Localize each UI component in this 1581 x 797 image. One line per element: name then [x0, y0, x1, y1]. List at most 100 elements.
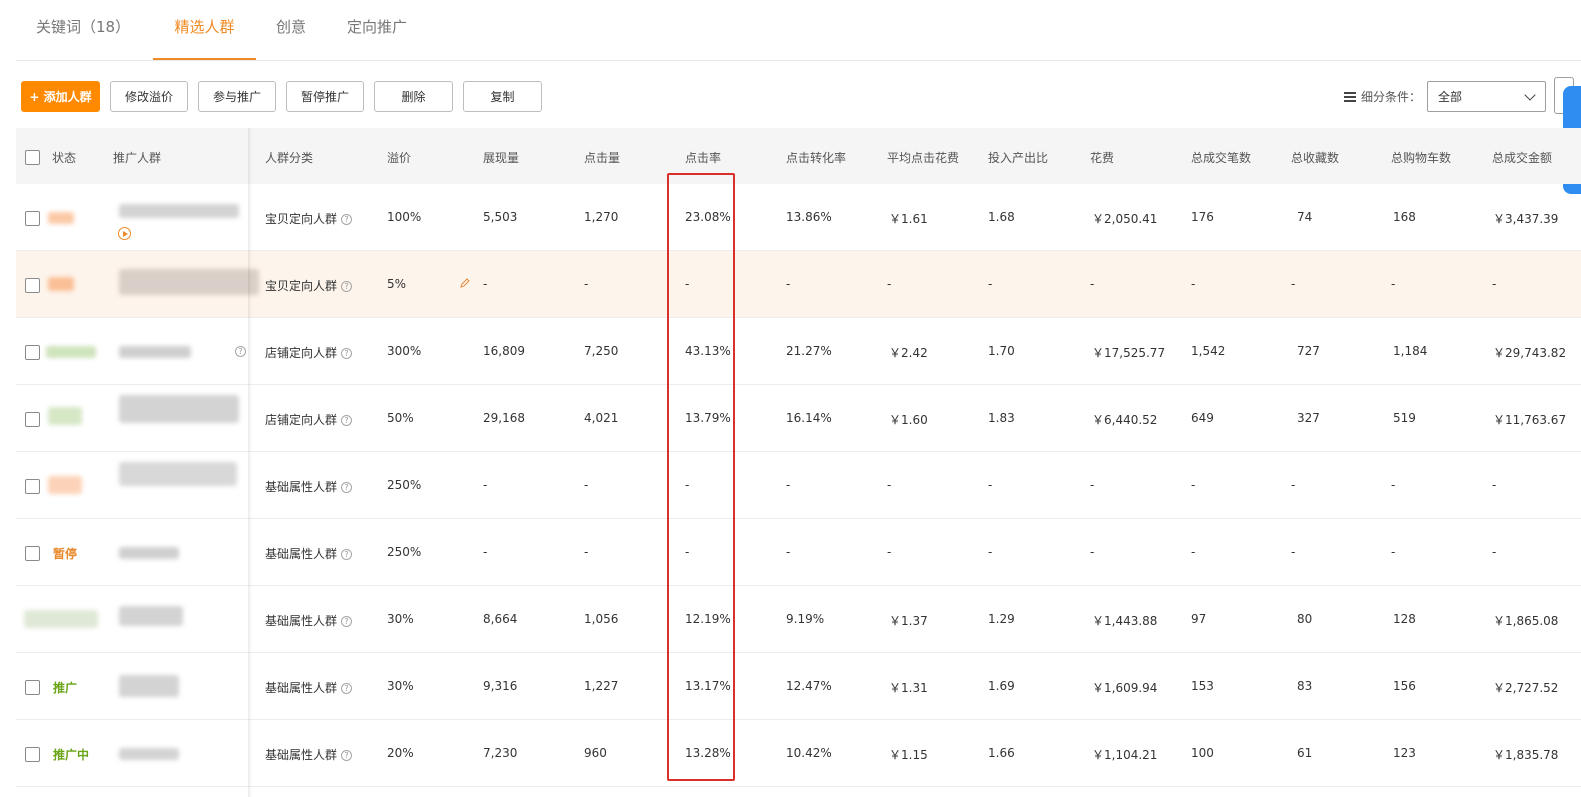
col-favorites[interactable]: 总收藏数	[1291, 149, 1339, 166]
avg-cpc-value: ￥1.37	[889, 614, 928, 628]
col-clicks[interactable]: 点击量	[584, 149, 620, 166]
carts-value: -	[1391, 277, 1396, 291]
col-orders[interactable]: 总成交笔数	[1191, 149, 1251, 166]
status-text: 推广中	[53, 748, 90, 762]
crowd-category: 宝贝定向人群?	[265, 210, 353, 227]
join-promotion-button[interactable]: 参与推广	[198, 81, 276, 112]
tab-targeted-promotion[interactable]: 定向推广	[347, 16, 407, 60]
tab-keywords[interactable]: 关键词（18）	[36, 16, 130, 60]
favorites-value: 80	[1297, 612, 1313, 626]
crowd-name[interactable]	[119, 675, 179, 697]
crowd-name[interactable]	[119, 462, 237, 486]
help-icon[interactable]: ?	[341, 616, 353, 627]
chevron-down-icon	[1524, 89, 1536, 101]
clicks-value: 1,227	[584, 679, 619, 693]
premium-value: 100%	[387, 210, 422, 224]
avg-cpc-value: -	[887, 277, 892, 291]
copy-button[interactable]: 复制	[463, 81, 542, 112]
select-all-checkbox[interactable]	[25, 150, 40, 165]
help-icon[interactable]: ?	[341, 683, 353, 694]
crowd-category: 宝贝定向人群?	[265, 277, 353, 294]
modify-premium-button[interactable]: 修改溢价	[110, 81, 188, 112]
col-cvr[interactable]: 点击转化率	[786, 149, 846, 166]
status-indicator	[48, 212, 74, 224]
play-circle-icon[interactable]	[118, 227, 131, 240]
col-avg-cpc[interactable]: 平均点击花费	[887, 149, 959, 166]
status-text: 推广	[53, 681, 78, 695]
col-carts[interactable]: 总购物车数	[1391, 149, 1451, 166]
ctr-value: -	[685, 478, 690, 492]
col-premium[interactable]: 溢价	[387, 149, 411, 166]
row-checkbox[interactable]	[25, 479, 40, 494]
col-roi[interactable]: 投入产出比	[988, 149, 1048, 166]
favorites-value: 327	[1297, 411, 1320, 425]
col-ctr[interactable]: 点击率	[685, 149, 721, 166]
cost-value: ￥1,104.21	[1092, 748, 1158, 762]
premium-value: 30%	[387, 612, 414, 626]
help-icon[interactable]: ?	[341, 214, 353, 225]
crowd-name[interactable]	[119, 547, 179, 559]
row-checkbox[interactable]	[25, 680, 40, 695]
crowd-name[interactable]	[119, 204, 239, 218]
favorites-value: -	[1291, 478, 1296, 492]
avg-cpc-value: ￥1.60	[889, 413, 928, 427]
crowd-category: 店铺定向人群?	[265, 344, 353, 361]
favorites-value: -	[1291, 545, 1296, 559]
ctr-value: 13.17%	[685, 679, 731, 693]
ctr-value: 13.79%	[685, 411, 731, 425]
orders-value: 1,542	[1191, 344, 1226, 358]
avg-cpc-value: ￥1.61	[889, 212, 928, 226]
ctr-value: 12.19%	[685, 612, 731, 626]
impressions-value: -	[483, 277, 488, 291]
crowd-name[interactable]	[119, 748, 179, 760]
filter-select[interactable]: 全部	[1427, 81, 1546, 112]
roi-value: 1.29	[988, 612, 1015, 626]
cost-value: ￥6,440.52	[1092, 413, 1158, 427]
help-icon[interactable]: ?	[341, 482, 353, 493]
row-checkbox[interactable]	[25, 211, 40, 226]
help-icon[interactable]: ?	[341, 348, 353, 359]
row-checkbox[interactable]	[25, 278, 40, 293]
tab-selected-crowds[interactable]: 精选人群	[153, 16, 256, 60]
status-indicator	[48, 476, 82, 494]
filter-label: 细分条件：	[1361, 90, 1422, 104]
crowd-category: 基础属性人群?	[265, 545, 353, 562]
crowd-name[interactable]	[119, 395, 239, 423]
col-cost[interactable]: 花费	[1090, 149, 1114, 166]
help-icon[interactable]: ?	[341, 549, 353, 560]
crowd-name[interactable]	[119, 346, 191, 358]
status-text: 暂停	[53, 547, 78, 561]
row-checkbox[interactable]	[25, 747, 40, 762]
help-icon[interactable]: ?	[235, 346, 246, 357]
impressions-value: 9,316	[483, 679, 518, 693]
gmv-value: ￥3,437.39	[1493, 212, 1559, 226]
add-crowd-button[interactable]: + 添加人群	[21, 81, 100, 112]
pause-promotion-button[interactable]: 暂停推广	[286, 81, 364, 112]
help-icon[interactable]: ?	[341, 750, 353, 761]
orders-value: 176	[1191, 210, 1214, 224]
roi-value: 1.68	[988, 210, 1015, 224]
crowd-name[interactable]	[119, 606, 183, 626]
col-impressions[interactable]: 展现量	[483, 149, 519, 166]
crowd-category: 基础属性人群?	[265, 679, 353, 696]
premium-value: 30%	[387, 679, 414, 693]
delete-button[interactable]: 删除	[374, 81, 453, 112]
row-checkbox[interactable]	[25, 546, 40, 561]
carts-value: 519	[1393, 411, 1416, 425]
cost-value: ￥1,609.94	[1092, 681, 1158, 695]
help-icon[interactable]: ?	[341, 415, 353, 426]
tab-creative[interactable]: 创意	[276, 16, 306, 60]
row-checkbox[interactable]	[25, 412, 40, 427]
ctr-value: 13.28%	[685, 746, 731, 760]
col-gmv[interactable]: 总成交金额	[1492, 149, 1552, 166]
row-checkbox[interactable]	[25, 345, 40, 360]
ctr-value: -	[685, 277, 690, 291]
pencil-icon[interactable]	[459, 277, 471, 289]
crowd-name[interactable]	[119, 269, 259, 295]
cvr-value: -	[786, 478, 791, 492]
carts-value: 123	[1393, 746, 1416, 760]
help-icon[interactable]: ?	[341, 281, 353, 292]
cost-value: ￥1,443.88	[1092, 614, 1158, 628]
orders-value: -	[1191, 545, 1196, 559]
gmv-value: ￥11,763.67	[1493, 413, 1567, 427]
